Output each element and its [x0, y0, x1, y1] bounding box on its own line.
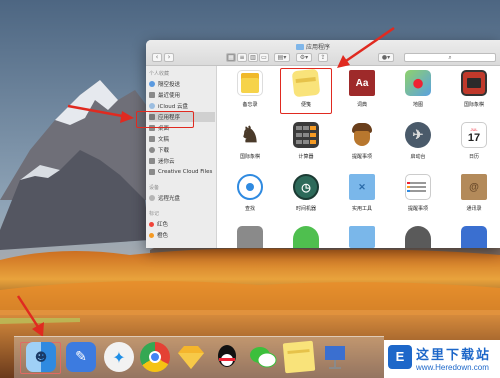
app-reminders[interactable]: 提醒事项 — [392, 174, 444, 220]
sidebar-tag-red[interactable]: 红色 — [149, 219, 215, 229]
app-time-machine[interactable]: ◷ 时间机器 — [280, 174, 332, 220]
gallery-view-button[interactable]: ▭ — [259, 53, 269, 62]
highlight-stickies — [280, 68, 332, 114]
app-calculator[interactable]: 计算器 — [280, 122, 332, 168]
chrome-icon[interactable] — [140, 342, 170, 372]
sidebar-item-minicloud[interactable]: 迷你云 — [149, 156, 215, 166]
highlight-applications — [136, 111, 194, 128]
maps-icon: ⬤ — [405, 70, 431, 96]
applications-grid: 备忘录 便笺 Aa 词典 ⬤ 地图 国际象棋 ♞ 国际象棋 计算器 提醒事项 ✈… — [218, 66, 500, 248]
sidebar-item-remote-disc[interactable]: 远程光盘 — [149, 193, 215, 203]
finder-icon[interactable]: ☻ — [26, 342, 56, 372]
chess-icon: ♞ — [240, 122, 260, 147]
app-utilities[interactable]: ✕ 实用工具 — [336, 174, 388, 220]
sidebar-item-documents[interactable]: 文稿 — [149, 134, 215, 144]
launchpad-icon: ✈ — [405, 122, 431, 148]
utilities-folder-icon: ✕ — [349, 174, 375, 200]
app-launchpad[interactable]: ✈ 启动台 — [392, 122, 444, 168]
watermark-name: 这里下载站 — [416, 348, 492, 363]
reminders-icon — [405, 174, 431, 200]
app-find[interactable]: 查找 — [224, 174, 276, 220]
time-machine-icon: ◷ — [293, 174, 319, 200]
calculator-icon — [293, 122, 319, 148]
notes-icon — [237, 70, 263, 96]
sidebar-item-airdrop[interactable]: 隔空投送 — [149, 79, 215, 89]
window-titlebar: 应用程序 ‹ › ▦ ≡ ▥ ▭ ▤▾ ⚙▾ ⇪ ●▾ ⌕ — [146, 40, 500, 66]
recents-icon — [149, 92, 155, 98]
sidebar-item-downloads[interactable]: 下载 — [149, 145, 215, 155]
calendar-icon: JUL 17 — [461, 122, 487, 148]
keynote-icon[interactable] — [320, 342, 350, 372]
app-maps[interactable]: ⬤ 地图 — [392, 70, 444, 116]
column-view-button[interactable]: ▥ — [248, 53, 258, 62]
app-partial-2 — [293, 226, 319, 248]
app-partial-4 — [405, 226, 431, 248]
app-partial-1 — [237, 226, 263, 248]
cloud-icon — [149, 158, 155, 164]
tags-header: 标记 — [149, 211, 160, 217]
stickies-dock-icon[interactable] — [282, 340, 316, 374]
app-partial-5 — [461, 226, 487, 248]
window-title: 应用程序 — [296, 42, 330, 51]
find-icon — [237, 174, 263, 200]
app-calendar[interactable]: JUL 17 日历 — [448, 122, 500, 168]
pencil-icon[interactable]: ✎ — [66, 342, 96, 372]
photo-booth-icon — [461, 70, 487, 96]
sketch-icon[interactable] — [176, 342, 206, 372]
red-tag-dot-icon — [149, 221, 154, 227]
contacts-icon: @ — [461, 174, 487, 200]
app-chess[interactable]: ♞ 国际象棋 — [224, 122, 276, 168]
watermark: E 这里下载站 www.Heredown.com — [384, 340, 500, 378]
sidebar-item-creative-cloud[interactable]: Creative Cloud Files — [149, 167, 215, 177]
finder-sidebar: 个人收藏 隔空投送 最近使用 iCloud 云盘 应用程序 桌面 文稿 下载 迷… — [146, 66, 217, 248]
action-gear-button[interactable]: ⚙▾ — [296, 53, 312, 62]
tag-button[interactable]: ●▾ — [378, 53, 394, 62]
list-view-button[interactable]: ≡ — [237, 53, 247, 62]
arrange-button[interactable]: ▤▾ — [274, 53, 290, 62]
app-acorn[interactable]: 提醒事项 — [336, 122, 388, 168]
creative-cloud-icon — [149, 169, 155, 175]
airdrop-icon — [149, 81, 155, 87]
dictionary-icon: Aa — [349, 70, 375, 96]
orange-tag-dot-icon — [149, 232, 154, 238]
app-photo-booth[interactable]: 国际象棋 — [448, 70, 500, 116]
app-partial-3 — [349, 226, 375, 248]
share-button[interactable]: ⇪ — [318, 53, 328, 62]
documents-icon — [149, 136, 155, 142]
forward-button[interactable]: › — [164, 53, 174, 62]
watermark-url: www.Heredown.com — [416, 363, 489, 372]
devices-header: 设备 — [149, 185, 160, 191]
acorn-icon — [349, 122, 375, 148]
wechat-icon[interactable] — [248, 342, 278, 372]
favorites-header: 个人收藏 — [149, 71, 170, 77]
disc-icon — [149, 195, 155, 201]
downloads-icon — [149, 147, 155, 153]
back-button[interactable]: ‹ — [152, 53, 162, 62]
watermark-logo: E — [388, 345, 412, 369]
folder-icon — [296, 43, 304, 50]
sidebar-item-icloud[interactable]: iCloud 云盘 — [149, 101, 215, 111]
app-notes[interactable]: 备忘录 — [224, 70, 276, 116]
icloud-icon — [149, 103, 155, 109]
sidebar-item-recents[interactable]: 最近使用 — [149, 90, 215, 100]
search-field[interactable]: ⌕ — [404, 53, 496, 62]
icon-view-button[interactable]: ▦ — [226, 53, 236, 62]
safari-icon[interactable]: ✦ — [104, 342, 134, 372]
app-dictionary[interactable]: Aa 词典 — [336, 70, 388, 116]
search-icon: ⌕ — [448, 54, 452, 61]
qq-icon[interactable] — [212, 342, 242, 372]
app-contacts[interactable]: @ 通讯录 — [448, 174, 500, 220]
sidebar-tag-orange[interactable]: 橙色 — [149, 230, 215, 240]
